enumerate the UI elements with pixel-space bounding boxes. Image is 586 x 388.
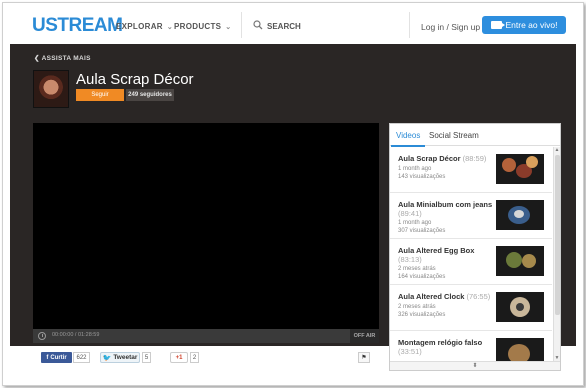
- login-link[interactable]: Log in / Sign up: [421, 22, 480, 32]
- followers-count: 249 seguidores: [126, 89, 174, 101]
- sidebar-expand-handle[interactable]: ⬍: [390, 361, 560, 370]
- video-list: Aula Scrap Décor (88:59) 1 month ago 143…: [390, 147, 552, 361]
- avatar[interactable]: [33, 70, 69, 108]
- video-thumbnail[interactable]: [496, 292, 544, 322]
- video-views: 326 visualizações: [398, 312, 446, 318]
- nav-explore-label: EXPLORAR: [116, 22, 163, 31]
- scrollbar-thumb[interactable]: [555, 155, 560, 315]
- video-title-text: Aula Minialbum com jeans: [398, 200, 493, 209]
- video-thumbnail[interactable]: [496, 338, 544, 361]
- video-duration: (83:13): [398, 255, 422, 264]
- top-navbar: USTREAM EXPLORAR ⌄ PRODUCTS ⌄ SEARCH Log i…: [10, 6, 576, 44]
- video-sidebar: Videos Social Stream Aula Scrap Décor (8…: [389, 123, 561, 371]
- video-duration: (88:59): [462, 154, 487, 163]
- tab-videos[interactable]: Videos: [390, 131, 426, 147]
- camera-icon: [490, 21, 505, 29]
- video-age: 2 meses atrás: [398, 304, 436, 310]
- tweet-count: 5: [142, 352, 151, 363]
- video-player[interactable]: [33, 123, 379, 329]
- video-duration: (76:55): [466, 292, 491, 301]
- video-thumbnail[interactable]: [496, 246, 544, 276]
- sidebar-tabs: Videos Social Stream: [390, 124, 560, 147]
- video-age: 1 month ago: [398, 220, 432, 226]
- go-live-button[interactable]: Entre ao vivo!: [482, 16, 566, 34]
- video-duration: (33:51): [398, 347, 422, 356]
- facebook-like-label: Curtir: [50, 354, 67, 361]
- facebook-count: 622: [73, 352, 90, 363]
- video-title: Montagem relógio falso (33:51): [398, 338, 496, 356]
- go-live-label: Entre ao vivo!: [505, 20, 558, 30]
- video-age: 1 month ago: [398, 166, 432, 172]
- tab-social-stream[interactable]: Social Stream: [429, 131, 479, 140]
- nav-divider: [241, 12, 242, 38]
- video-views: 143 visualizações: [398, 174, 446, 180]
- video-title-text: Montagem relógio falso: [398, 338, 483, 347]
- screenshot-frame: USTREAM EXPLORAR ⌄ PRODUCTS ⌄ SEARCH Log i…: [0, 0, 586, 388]
- facebook-icon: f: [46, 354, 49, 361]
- back-link-label: ASSISTA MAIS: [41, 55, 91, 62]
- twitter-bird-icon: 🐦: [102, 354, 112, 362]
- clock-icon: [38, 332, 46, 340]
- video-age: 2 meses atrás: [398, 266, 436, 272]
- nav-divider: [409, 12, 410, 38]
- share-bar: f Curtir 622 🐦 Tweetar 5 +1 2 ⚑: [33, 346, 379, 370]
- video-title: Aula Scrap Décor (88:59): [398, 154, 496, 163]
- video-title-text: Aula Scrap Décor: [398, 154, 461, 163]
- channel-title: Aula Scrap Décor: [76, 71, 194, 88]
- video-thumbnail[interactable]: [496, 154, 544, 184]
- search-link[interactable]: SEARCH: [267, 22, 301, 31]
- chevron-down-icon: ⌄: [166, 24, 174, 31]
- scroll-up-icon[interactable]: ▲: [554, 147, 560, 153]
- flag-icon[interactable]: ⚑: [358, 352, 370, 363]
- follow-button[interactable]: Seguir: [76, 89, 124, 101]
- video-list-item[interactable]: Aula Altered Clock (76:55) 2 meses atrás…: [390, 285, 552, 331]
- chevron-down-icon: ⌄: [225, 24, 232, 31]
- video-title: Aula Altered Clock (76:55): [398, 292, 496, 301]
- ustream-logo[interactable]: USTREAM: [32, 15, 123, 37]
- back-link[interactable]: ❮ ASSISTA MAIS: [34, 54, 91, 62]
- video-duration: (89:41): [398, 209, 422, 218]
- video-list-item[interactable]: Montagem relógio falso (33:51): [390, 331, 552, 361]
- tweet-button[interactable]: 🐦 Tweetar: [100, 352, 140, 363]
- video-list-item[interactable]: Aula Scrap Décor (88:59) 1 month ago 143…: [390, 147, 552, 193]
- video-thumbnail[interactable]: [496, 200, 544, 230]
- google-plus-button[interactable]: +1: [170, 352, 188, 363]
- search-icon[interactable]: [253, 20, 263, 30]
- video-list-item[interactable]: Aula Minialbum com jeans (89:41) 1 month…: [390, 193, 552, 239]
- off-air-badge: OFF AIR: [350, 329, 379, 343]
- tweet-label: Tweetar: [113, 354, 138, 361]
- video-views: 307 visualizações: [398, 228, 446, 234]
- chevron-left-icon: ❮: [34, 55, 42, 62]
- google-plus-count: 2: [190, 352, 199, 363]
- video-list-item[interactable]: Aula Altered Egg Box (83:13) 2 meses atr…: [390, 239, 552, 285]
- nav-products-label: PRODUCTS: [174, 22, 222, 31]
- video-title: Aula Minialbum com jeans (89:41): [398, 200, 496, 218]
- video-views: 164 visualizações: [398, 274, 446, 280]
- video-title: Aula Altered Egg Box (83:13): [398, 246, 496, 264]
- nav-products[interactable]: PRODUCTS ⌄: [174, 22, 231, 31]
- player-time: 00:00:00 / 01:28:59: [52, 332, 100, 338]
- video-title-text: Aula Altered Egg Box: [398, 246, 475, 255]
- player-controls: 00:00:00 / 01:28:59 OFF AIR: [33, 329, 379, 343]
- nav-explore[interactable]: EXPLORAR ⌄: [116, 22, 173, 31]
- video-title-text: Aula Altered Clock: [398, 292, 465, 301]
- facebook-like-button[interactable]: f Curtir: [41, 352, 72, 363]
- sidebar-scrollbar[interactable]: ▲ ▼: [553, 147, 560, 361]
